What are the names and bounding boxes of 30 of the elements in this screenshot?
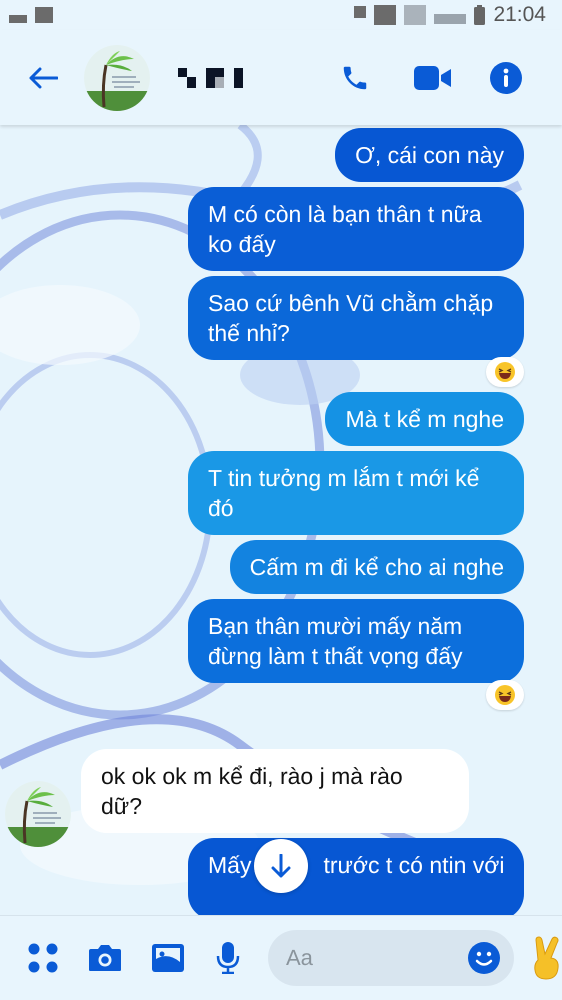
outgoing-message: T tin tưởng m lắm t mới kể đó (188, 451, 524, 535)
down-arrow-icon (271, 854, 291, 878)
blurred-icon (374, 5, 396, 25)
outgoing-message: Mà t kể m nghe (325, 392, 524, 446)
video-camera-icon[interactable] (414, 66, 452, 90)
clock-time: 21:04 (493, 3, 546, 27)
apps-icon[interactable] (28, 943, 58, 973)
outgoing-message: Bạn thân mười mấy năm đừng làm t thất vọng đấy (188, 599, 524, 683)
outgoing-message: Mấy trước t có ntin với (188, 838, 524, 915)
outgoing-message: Ơ, cái con này (335, 128, 524, 182)
outgoing-message: Cấm m đi kể cho ai nghe (230, 540, 524, 594)
camera-icon[interactable] (88, 944, 122, 972)
battery-icon (474, 5, 486, 25)
blurred-icon (404, 5, 426, 25)
blurred-contact-name (178, 68, 244, 88)
blurred-icon (35, 7, 53, 23)
microphone-icon[interactable] (216, 942, 240, 974)
blurred-icon (9, 15, 27, 23)
blurred-icon (354, 6, 366, 18)
message-input-field[interactable]: Aa (268, 930, 514, 986)
image-icon[interactable] (152, 944, 184, 972)
outgoing-message: Sao cứ bênh Vũ chằm chặp thế nhỉ? (188, 276, 524, 360)
incoming-message: ok ok ok m kể đi, rào j mà rào dữ? (81, 749, 469, 833)
emoji-icon[interactable] (468, 942, 500, 974)
outgoing-message: M có còn là bạn thân t nữa ko đấy (188, 187, 524, 271)
blurred-icon (434, 14, 466, 24)
back-arrow-icon[interactable] (28, 66, 58, 88)
info-icon[interactable] (490, 62, 522, 94)
laughing-face-icon (495, 685, 515, 705)
laughing-face-icon (495, 362, 515, 382)
